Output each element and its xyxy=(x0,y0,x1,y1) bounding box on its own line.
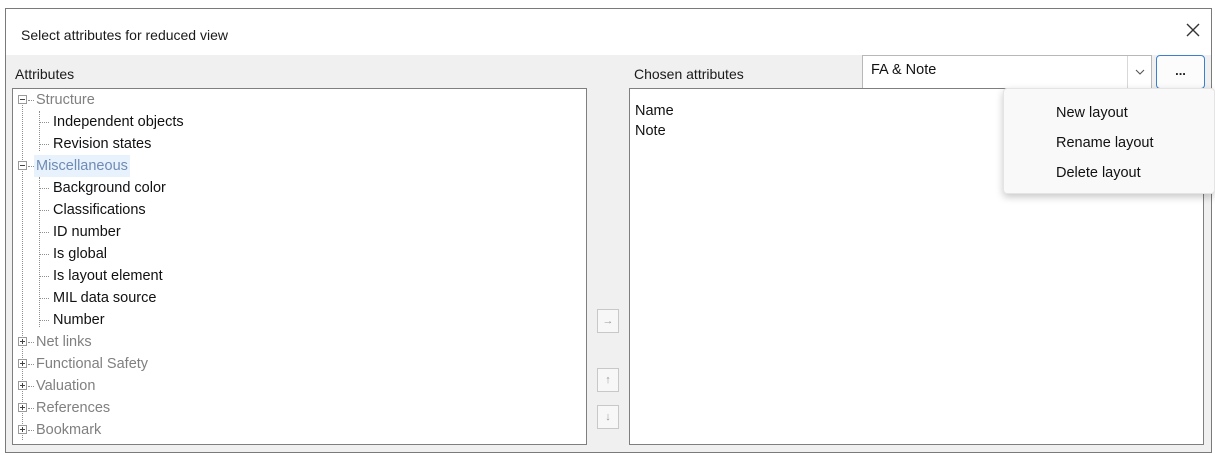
tree-leaf[interactable]: ID number xyxy=(13,221,583,243)
tree-node-label: Functional Safety xyxy=(36,356,149,372)
list-item[interactable]: Note xyxy=(635,123,666,139)
tree-leaf-label: Number xyxy=(53,312,105,328)
expand-icon[interactable] xyxy=(18,425,27,434)
tree-connector xyxy=(28,408,34,409)
tree-connector xyxy=(28,342,34,343)
tree-leaf[interactable]: Number xyxy=(13,309,583,331)
collapse-icon[interactable] xyxy=(18,95,27,104)
tree-node-label: References xyxy=(36,400,111,416)
close-icon[interactable] xyxy=(1185,22,1201,38)
tree-leaf[interactable]: Independent objects xyxy=(13,111,583,133)
tree-node-net-links[interactable]: Net links xyxy=(13,331,583,353)
tree-connector xyxy=(28,430,34,431)
move-down-button[interactable]: ↓ xyxy=(597,405,619,429)
tree-connector xyxy=(40,144,49,145)
tree-leaf-label: MIL data source xyxy=(53,290,157,306)
tree-node-label: Valuation xyxy=(36,378,96,394)
tree-connector xyxy=(40,232,49,233)
expand-icon[interactable] xyxy=(18,403,27,412)
menu-item-delete-layout[interactable]: Delete layout xyxy=(1056,165,1141,181)
tree-connector xyxy=(28,100,34,101)
tree-connector xyxy=(28,386,34,387)
tree-leaf-label: Is layout element xyxy=(53,268,163,284)
attributes-tree[interactable]: Structure Independent objects Revision s… xyxy=(12,88,587,445)
tree-leaf-label: Classifications xyxy=(53,202,146,218)
attributes-label: Attributes xyxy=(15,66,75,82)
chosen-attributes-label: Chosen attributes xyxy=(634,66,744,82)
tree-leaf[interactable]: Classifications xyxy=(13,199,583,221)
dialog-title: Select attributes for reduced view xyxy=(21,27,228,43)
add-attribute-button[interactable]: → xyxy=(597,309,619,333)
tree-leaf[interactable]: Revision states xyxy=(13,133,583,155)
tree-connector xyxy=(40,276,49,277)
tree-node-bookmark[interactable]: Bookmark xyxy=(13,419,583,441)
tree-node-functional-safety[interactable]: Functional Safety xyxy=(13,353,583,375)
tree-leaf[interactable]: Background color xyxy=(13,177,583,199)
tree-node-structure[interactable]: Structure xyxy=(13,89,583,111)
menu-item-new-layout[interactable]: New layout xyxy=(1056,105,1128,121)
tree-node-label: Structure xyxy=(36,92,95,108)
tree-connector xyxy=(40,188,49,189)
layout-more-button[interactable]: ... xyxy=(1156,55,1205,89)
tree-leaf[interactable]: Is layout element xyxy=(13,265,583,287)
layout-select-value: FA & Note xyxy=(871,62,937,78)
tree-node-valuation[interactable]: Valuation xyxy=(13,375,583,397)
collapse-icon[interactable] xyxy=(18,161,27,170)
tree-node-label: Net links xyxy=(36,334,92,350)
tree-node-miscellaneous[interactable]: Miscellaneous xyxy=(13,155,583,177)
tree-leaf[interactable]: Is global xyxy=(13,243,583,265)
title-bar: Select attributes for reduced view xyxy=(6,9,1211,55)
tree-node-references[interactable]: References xyxy=(13,397,583,419)
expand-icon[interactable] xyxy=(18,337,27,346)
tree-leaf-label: Background color xyxy=(53,180,166,196)
tree-connector xyxy=(40,254,49,255)
tree-leaf[interactable]: MIL data source xyxy=(13,287,583,309)
layout-select[interactable]: FA & Note xyxy=(862,55,1152,89)
tree-connector xyxy=(40,298,49,299)
tree-leaf-label: Revision states xyxy=(53,136,152,152)
tree-leaf-label: ID number xyxy=(53,224,121,240)
tree-connector xyxy=(40,122,49,123)
tree-node-label-selected: Miscellaneous xyxy=(34,155,130,177)
chevron-down-icon[interactable] xyxy=(1127,56,1151,88)
tree-connector xyxy=(28,364,34,365)
move-up-button[interactable]: ↑ xyxy=(597,368,619,392)
expand-icon[interactable] xyxy=(18,381,27,390)
tree-leaf-label: Is global xyxy=(53,246,108,262)
menu-item-rename-layout[interactable]: Rename layout xyxy=(1056,135,1154,151)
list-item[interactable]: Name xyxy=(635,103,674,119)
tree-connector xyxy=(40,210,49,211)
tree-connector xyxy=(40,320,49,321)
tree-leaf-label: Independent objects xyxy=(53,114,184,130)
layout-context-menu: New layout Rename layout Delete layout xyxy=(1003,88,1215,194)
tree-node-label: Bookmark xyxy=(36,422,102,438)
expand-icon[interactable] xyxy=(18,359,27,368)
